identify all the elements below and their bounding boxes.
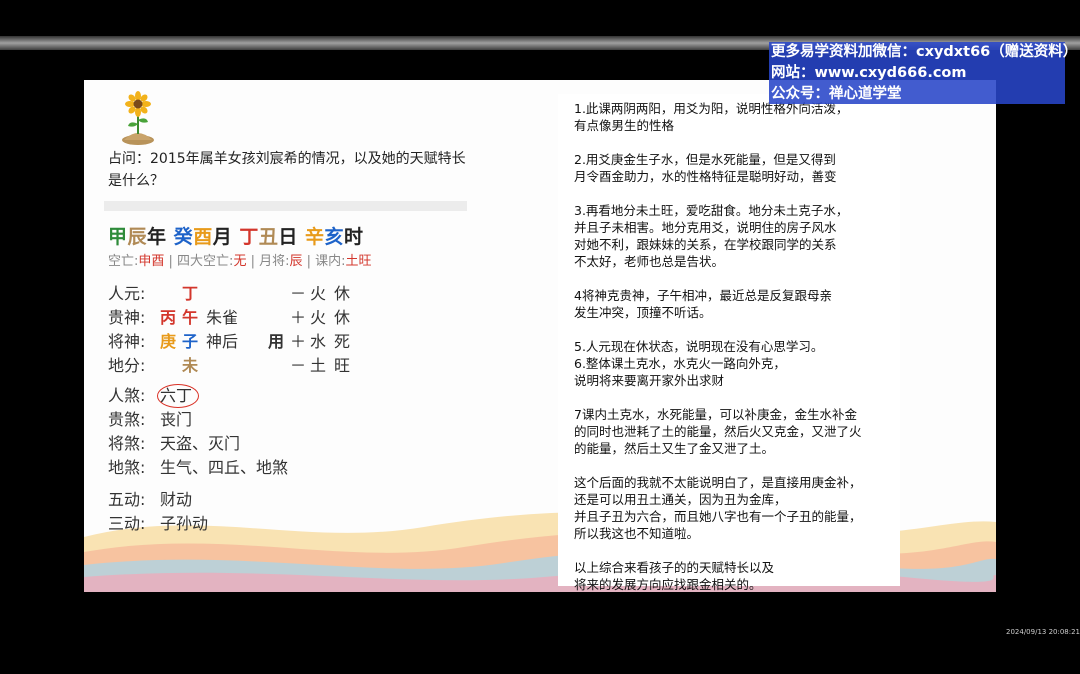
- watermark-website: 网站：www.cxyd666.com: [771, 65, 967, 81]
- pan-label: 人元:: [108, 284, 146, 303]
- analysis-paragraph: 3.再看地分未土旺，爱吃甜食。地分未土克子水， 并且子未相害。地分克用爻，说明住…: [574, 203, 849, 269]
- slide: 占问：2015年属羊女孩刘宸希的情况，以及她的天赋特长是什么？ 甲辰年 癸酉月 …: [84, 80, 996, 592]
- pan-zhi: 未: [182, 356, 199, 375]
- watermark-banner: 更多易学资料加微信：cxydxt66（赠送资料） 网站：www.cxyd666.…: [769, 42, 1078, 104]
- analysis-paragraph: 7课内土克水，水死能量，可以补庚金，金生水补金 的同时也泄耗了土的能量，然后火又…: [574, 407, 862, 456]
- analysis-paragraph: 2.用爻庚金生子水，但是水死能量，但是又得到 月令酉金助力，水的性格特征是聪明好…: [574, 152, 837, 184]
- dong-row-san: 三动: 子孙动: [108, 512, 208, 536]
- sha-label: 人煞:: [108, 386, 146, 405]
- dong-list: 五动: 财动 三动: 子孙动: [108, 488, 208, 536]
- pan-table: 人元: 丁－火休 贵神: 丙午朱雀＋火休 将神: 庚子神后用＋水死 地分: 未－土旺: [108, 282, 350, 378]
- pan-label: 贵神:: [108, 308, 146, 327]
- question-text: 占问：2015年属羊女孩刘宸希的情况，以及她的天赋特长是什么？: [108, 151, 466, 189]
- year-zhi: 辰: [127, 226, 148, 248]
- sha-label: 地煞:: [108, 458, 146, 477]
- kong-label: 空亡:: [108, 254, 139, 269]
- pan-sign: －: [290, 284, 307, 303]
- kongwang-line: 空亡:申酉 | 四大空亡:无 | 月将:辰 | 课内:土旺: [108, 250, 372, 269]
- hour-gan: 辛: [305, 226, 325, 248]
- pan-yong: 用: [268, 332, 285, 351]
- red-circle-mark: [157, 384, 199, 408]
- pan-gan: 丙: [160, 308, 177, 327]
- pan-row-renyuan: 人元: 丁 －火休: [108, 282, 350, 306]
- sha-row-di: 地煞: 生气、四丘、地煞: [108, 456, 288, 480]
- pan-sign: ＋: [290, 332, 307, 351]
- pan-element: 土: [310, 356, 327, 375]
- pan-row-guishen: 贵神: 丙午朱雀 ＋火休: [108, 306, 350, 330]
- dong-value: 财动: [160, 490, 193, 509]
- pan-zhi: 丁: [182, 284, 199, 303]
- dong-value: 子孙动: [160, 514, 209, 533]
- sha-list: 人煞: 六丁 贵煞: 丧门 将煞: 天盗、灭门 地煞: 生气、四丘、地煞: [108, 384, 288, 480]
- pan-row-difen: 地分: 未 －土旺: [108, 354, 350, 378]
- sunflower-icon: [122, 91, 154, 145]
- pan-state: 旺: [334, 356, 351, 375]
- dong-row-wu: 五动: 财动: [108, 488, 208, 512]
- pan-state: 死: [334, 332, 351, 351]
- divider: [104, 201, 467, 211]
- sha-label: 将煞:: [108, 434, 146, 453]
- sha-value: 丧门: [160, 410, 193, 429]
- pan-element: 火: [310, 284, 327, 303]
- month-suffix: 月: [212, 226, 233, 248]
- dong-label: 三动:: [108, 514, 146, 533]
- sha-value: 天盗、灭门: [160, 434, 241, 453]
- analysis-paragraph: 以上综合来看孩子的的天赋特长以及 将来的发展方向应找跟金相关的。: [574, 560, 775, 592]
- watermark-wechat: 更多易学资料加微信：cxydxt66（赠送资料）: [771, 44, 1078, 60]
- day-gan: 丁: [239, 226, 259, 248]
- day-zhi: 丑: [258, 226, 279, 248]
- sida-value: 无: [233, 254, 247, 269]
- year-gan: 甲: [108, 226, 128, 248]
- sha-row-jiang: 将煞: 天盗、灭门: [108, 432, 288, 456]
- pan-sign: ＋: [290, 308, 307, 327]
- sha-value: 生气、四丘、地煞: [160, 458, 289, 477]
- analysis-paragraph: 1.此课两阴两阳，用爻为阳，说明性格外向活泼， 有点像男生的性格: [574, 101, 849, 133]
- analysis-paragraph: 4将神克贵神，子午相冲，最近总是反复跟母亲 发生冲突，顶撞不听话。: [574, 288, 832, 320]
- month-gan: 癸: [173, 226, 194, 248]
- pan-element: 火: [310, 308, 327, 327]
- yuejiang-value: 辰: [289, 254, 303, 269]
- pan-state: 休: [334, 308, 351, 327]
- sha-label: 贵煞:: [108, 410, 146, 429]
- pan-zhi: 子: [182, 332, 199, 351]
- dong-label: 五动:: [108, 490, 146, 509]
- pan-gan: 庚: [160, 332, 177, 351]
- pan-row-jiangshen: 将神: 庚子神后 用 ＋水死: [108, 330, 350, 354]
- pan-state: 休: [334, 284, 351, 303]
- pan-shen: 朱雀: [206, 308, 239, 327]
- pan-label: 将神:: [108, 332, 146, 351]
- hour-zhi: 亥: [324, 226, 345, 248]
- analysis-paragraph: 这个后面的我就不太能说明白了，是直接用庚金补， 还是可以用丑土通关，因为丑为金库…: [574, 475, 862, 541]
- kong-value: 申酉: [138, 254, 165, 269]
- analysis-panel: 1.此课两阴两阳，用爻为阳，说明性格外向活泼， 有点像男生的性格 2.用爻庚金生…: [558, 94, 900, 592]
- month-zhi: 酉: [193, 226, 213, 248]
- kenei-label: | 课内:: [302, 254, 346, 269]
- timestamp: 2024/09/13 20:08:21: [1006, 628, 1080, 636]
- kenei-value: 土旺: [345, 254, 372, 269]
- analysis-paragraph: 5.人元现在休状态，说明现在没有心思学习。 6.整体课土克水，水克火一路向外克，…: [574, 339, 824, 388]
- sha-row-gui: 贵煞: 丧门: [108, 408, 288, 432]
- pan-label: 地分:: [108, 356, 146, 375]
- watermark-account: 公众号：禅心道学堂: [771, 86, 902, 102]
- year-suffix: 年: [147, 226, 167, 248]
- sida-label: | 四大空亡:: [164, 254, 234, 269]
- sha-row-ren: 人煞: 六丁: [108, 384, 288, 408]
- day-suffix: 日: [278, 226, 298, 248]
- pan-zhi: 午: [182, 308, 199, 327]
- yuejiang-label: | 月将:: [246, 254, 290, 269]
- pan-sign: －: [290, 356, 307, 375]
- pan-shen: 神后: [206, 332, 239, 351]
- ganzhi-line: 甲辰年 癸酉月 丁丑日 辛亥时: [108, 222, 364, 249]
- hour-suffix: 时: [344, 226, 364, 248]
- pan-element: 水: [310, 332, 327, 351]
